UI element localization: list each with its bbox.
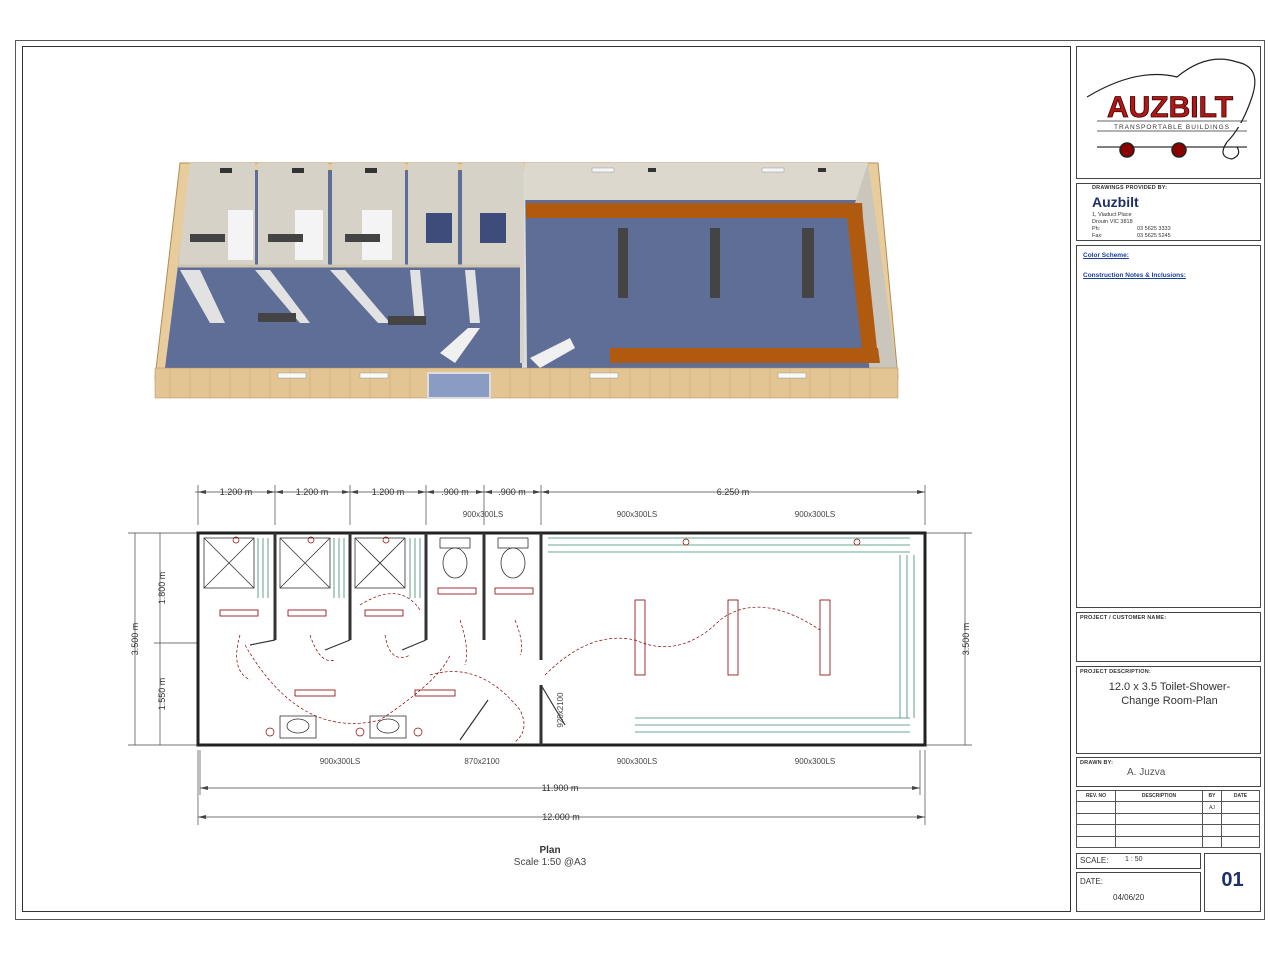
plan-scale: Scale 1:50 @A3: [513, 857, 587, 868]
sheet-number-box: 01: [1204, 853, 1261, 912]
rev-by-value: AJ: [1202, 801, 1222, 814]
render-change-back-wall: [525, 163, 868, 200]
dim-top-1: 1.200 m: [220, 487, 253, 497]
dim-overall-length: 12.000 m: [542, 812, 580, 822]
color-scheme-link: Color Scheme:: [1083, 252, 1129, 259]
rev-by-header: BY: [1202, 789, 1222, 803]
dim-inner-length: 11.900 m: [542, 783, 579, 793]
rev-desc-header: DESCRIPTION: [1115, 789, 1203, 803]
notes-box: Color Scheme: Construction Notes & Inclu…: [1076, 245, 1261, 608]
provider-address-1: 1, Viaduct Place: [1092, 212, 1132, 218]
render-cubicle-bench-1: [190, 234, 225, 242]
render-front-door: [427, 372, 491, 399]
date-value: 04/06/20: [1113, 893, 1145, 902]
render-front-wall: [154, 367, 899, 399]
logo-box: AUZBILT TRANSPORTABLE BUILDINGS: [1076, 46, 1261, 179]
svg-text:TRANSPORTABLE BUILDINGS: TRANSPORTABLE BUILDINGS: [1114, 124, 1230, 131]
auzbilt-logo: AUZBILT TRANSPORTABLE BUILDINGS: [1086, 58, 1256, 160]
provider-box: DRAWINGS PROVIDED BY: Auzbilt 1, Viaduct…: [1076, 183, 1261, 241]
render-floor-bench-3: [802, 228, 814, 298]
date-box: DATE: 04/06/20: [1076, 872, 1201, 912]
render-floor-bench-1: [618, 228, 628, 298]
provider-ph-label: Ph:: [1092, 226, 1101, 232]
render-floor-bench-2: [710, 228, 720, 298]
window-label-bottom-1: 900x300LS: [320, 757, 360, 766]
customer-heading: PROJECT / CUSTOMER NAME:: [1080, 615, 1167, 621]
provider-address-2: Drouin VIC 3818: [1092, 219, 1133, 225]
scale-value: 1 : 50: [1125, 856, 1143, 863]
render-bench-back: [526, 203, 863, 218]
provider-fax-label: Fax:: [1092, 233, 1103, 239]
window-label-top-1: 900x300LS: [463, 510, 503, 519]
construction-notes-link: Construction Notes & Inclusions:: [1083, 272, 1186, 279]
project-heading: PROJECT DESCRIPTION:: [1080, 669, 1151, 675]
drawn-by-name: A. Juzva: [1127, 767, 1166, 778]
project-line-2: Change Room-Plan: [1121, 695, 1218, 707]
provider-fax: 03 5625 5245: [1137, 233, 1171, 239]
dim-left-total: 3.500 m: [130, 623, 140, 656]
door-label-external: 870x2100: [464, 757, 500, 766]
render-bench-low-2: [388, 316, 426, 325]
provider-heading: DRAWINGS PROVIDED BY:: [1092, 185, 1168, 191]
project-box: PROJECT DESCRIPTION: 12.0 x 3.5 Toilet-S…: [1076, 666, 1261, 754]
render-bench-low-1: [258, 313, 296, 322]
window-label-top-3: 900x300LS: [795, 510, 835, 519]
rev-no-header: REV. NO: [1076, 789, 1116, 803]
render-bench-bottom: [610, 348, 880, 363]
dim-top-2: 1.200 m: [296, 487, 329, 497]
scale-box: SCALE: 1 : 50: [1076, 853, 1201, 869]
scale-label: SCALE:: [1080, 856, 1109, 865]
floor-plan: 1.200 m 1.200 m 1.200 m .900 m .900 m 6.…: [128, 485, 972, 825]
dim-top-6: 6.250 m: [717, 487, 750, 497]
project-line-1: 12.0 x 3.5 Toilet-Shower-: [1108, 681, 1231, 693]
customer-box: PROJECT / CUSTOMER NAME:: [1076, 612, 1261, 662]
dim-top-5: .900 m: [498, 487, 526, 497]
window-label-top-2: 900x300LS: [617, 510, 657, 519]
render-toilet-1: [426, 213, 452, 243]
rev-date-header: DATE: [1221, 789, 1260, 803]
drawn-by-heading: DRAWN BY:: [1080, 760, 1114, 766]
dim-top-3: 1.200 m: [372, 487, 405, 497]
revision-table: REV. NO DESCRIPTION BY DATE AJ: [1076, 789, 1260, 849]
dim-top-4: .900 m: [441, 487, 469, 497]
render-toilet-2: [480, 213, 506, 243]
provider-ph: 03 5625 3333: [1137, 226, 1171, 232]
dim-left-lower: 1.550 m: [157, 678, 167, 711]
sheet-number: 01: [1221, 869, 1244, 891]
provider-company: Auzbilt: [1092, 194, 1139, 210]
date-label: DATE:: [1080, 877, 1103, 886]
svg-text:AUZBILT: AUZBILT: [1107, 91, 1233, 124]
dim-right-total: 3.500 m: [961, 623, 971, 656]
window-label-bottom-3: 900x300LS: [795, 757, 835, 766]
render-cubicle-bench-3: [345, 234, 380, 242]
plan-title: Plan: [539, 845, 561, 856]
render-3d-view: [154, 162, 899, 399]
dim-left-upper: 1.800 m: [157, 572, 167, 605]
drawn-by-box: DRAWN BY: A. Juzva: [1076, 757, 1261, 787]
render-cubicle-bench-2: [268, 234, 303, 242]
window-label-bottom-2: 900x300LS: [617, 757, 657, 766]
render-shower-1: [228, 210, 253, 260]
door-label-internal: 920x2100: [556, 692, 565, 728]
